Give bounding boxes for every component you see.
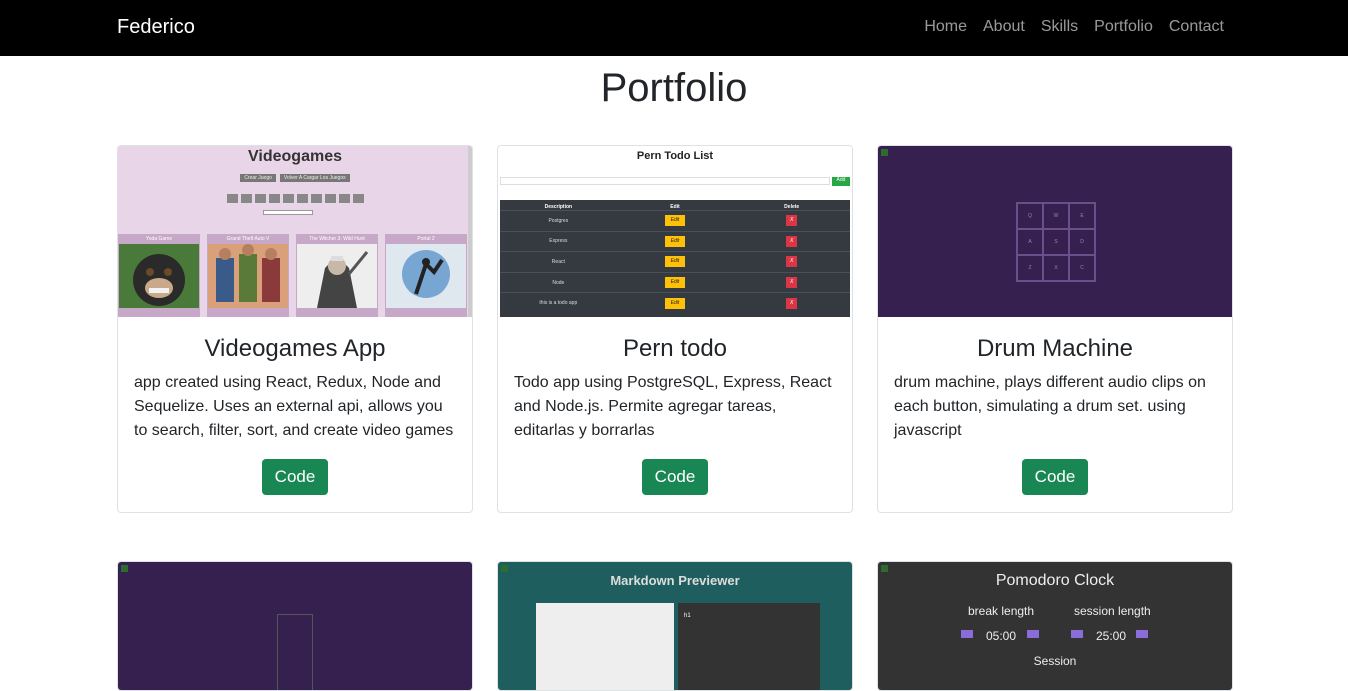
project-screenshot: Pomodoro Clock break length session leng… [878, 562, 1232, 690]
thumb-corner-icon [881, 149, 888, 156]
project-card-drum-machine: Q W E A S D Z X C Drum Machine drum mach… [877, 145, 1233, 513]
nav-links: Home About Skills Portfolio Contact [924, 18, 1224, 36]
project-screenshot: Videogames Crear Juego Volver A Cargar L… [118, 146, 472, 317]
thumb-button: Crear Juego [240, 174, 276, 182]
thumb-game-card: Yoda Game [118, 234, 200, 317]
thumb-decrement-icon [961, 630, 973, 638]
thumb-game-cards: Yoda Game Grand Theft Auto V The Witcher… [118, 234, 472, 317]
thumb-game-card: Portal 2 [385, 234, 467, 317]
nav-home[interactable]: Home [924, 18, 967, 36]
brand-link[interactable]: Federico [117, 16, 195, 39]
thumb-input [500, 177, 830, 185]
thumb-pagination [118, 194, 472, 203]
thumb-heading: Markdown Previewer [610, 573, 740, 588]
thumb-preview: h1 [678, 603, 820, 690]
project-screenshot: Q W E A S D Z X C [878, 146, 1232, 317]
thumb-decrement-icon [1071, 630, 1083, 638]
project-title: Drum Machine [976, 335, 1134, 362]
thumb-corner-icon [121, 565, 128, 572]
thumb-session-title: Session [1033, 654, 1077, 668]
project-screenshot [118, 562, 472, 690]
thumb-heading: Pomodoro Clock [995, 572, 1115, 589]
thumb-buttons: Crear Juego Volver A Cargar Los Juegos [118, 174, 472, 182]
nav-portfolio[interactable]: Portfolio [1094, 18, 1153, 36]
project-screenshot: Markdown Previewer h1 [498, 562, 852, 690]
thumb-heading: Pern Todo List [636, 150, 714, 162]
code-button[interactable]: Code [641, 459, 709, 495]
project-card-pern-todo: Pern Todo List Add Description Edit Dele… [497, 145, 853, 513]
nav-about[interactable]: About [983, 18, 1025, 36]
thumb-increment-icon [1136, 630, 1148, 638]
project-card-pomodoro-clock: Pomodoro Clock break length session leng… [877, 561, 1233, 691]
thumb-game-card: Grand Theft Auto V [207, 234, 289, 317]
thumb-scrollbar [468, 146, 472, 317]
card-body: Pern todo Todo app using PostgreSQL, Exp… [498, 317, 852, 511]
thumb-corner-icon [501, 565, 508, 572]
navbar: Federico Home About Skills Portfolio Con… [0, 0, 1348, 56]
thumb-increment-icon [1027, 630, 1039, 638]
page-title: Portfolio [600, 66, 748, 110]
thumb-session-value: 25:00 [1096, 629, 1127, 643]
thumb-add-button: Add [832, 177, 850, 186]
thumb-game-card: The Witcher 3: Wild Hunt [296, 234, 378, 317]
thumb-todo-table: Description Edit Delete Postgres Edit X Ex… [500, 200, 850, 317]
card-body: Videogames App app created using React, … [118, 317, 472, 511]
project-screenshot: Pern Todo List Add Description Edit Dele… [498, 146, 852, 317]
thumb-calculator [277, 614, 313, 690]
project-description: Todo app using PostgreSQL, Express, Reac… [514, 374, 832, 439]
code-button[interactable]: Code [261, 459, 329, 495]
code-button[interactable]: Code [1021, 459, 1089, 495]
project-description: app created using React, Redux, Node and… [134, 374, 454, 439]
nav-skills[interactable]: Skills [1041, 18, 1078, 36]
thumb-break-label: break length [968, 604, 1035, 618]
nav-contact[interactable]: Contact [1169, 18, 1224, 36]
thumb-drum-pads: Q W E A S D Z X C [1016, 202, 1096, 282]
thumb-button: Volver A Cargar Los Juegos [279, 174, 350, 182]
project-title: Videogames App [204, 335, 386, 362]
project-card-videogames: Videogames Crear Juego Volver A Cargar L… [117, 145, 473, 513]
thumb-session-label: session length [1074, 604, 1151, 618]
project-card-markdown-previewer: Markdown Previewer h1 [497, 561, 853, 691]
project-description: drum machine, plays different audio clip… [894, 374, 1206, 439]
thumb-heading: Videogames [248, 148, 342, 165]
thumb-break-value: 05:00 [986, 629, 1017, 643]
thumb-corner-icon [881, 565, 888, 572]
project-title: Pern todo [622, 335, 728, 362]
card-body: Drum Machine drum machine, plays differe… [878, 317, 1232, 511]
project-card-calculator [117, 561, 473, 691]
thumb-search [263, 210, 313, 215]
thumb-editor [536, 603, 674, 690]
